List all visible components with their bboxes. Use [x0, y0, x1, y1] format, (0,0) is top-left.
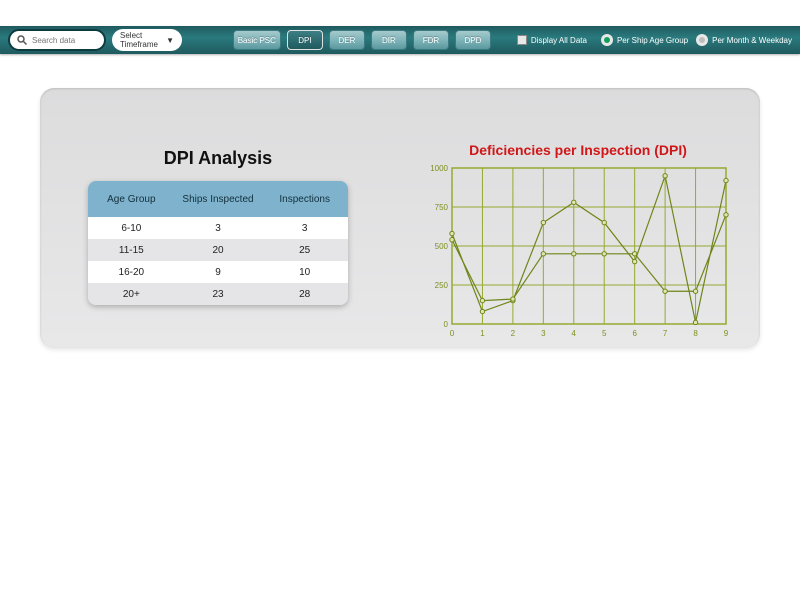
table-row: 6-1033: [88, 217, 348, 239]
svg-text:8: 8: [693, 329, 698, 338]
table-cell: 20+: [88, 289, 175, 300]
table-header: Age Group Ships Inspected Inspections: [88, 181, 348, 217]
content-panel: DPI Analysis Age Group Ships Inspected I…: [40, 88, 760, 348]
display-all-checkbox[interactable]: Display All Data: [517, 35, 587, 45]
svg-text:3: 3: [541, 329, 546, 338]
chart-svg: 0 250 500 750 1000 0 1 2 3 4 5 6 7 8 9: [424, 162, 732, 342]
radio-label: Per Ship Age Group: [617, 36, 688, 45]
top-navbar: Select Timeframe ▼ Basic PSC DPI DER DIR FDR…: [0, 26, 800, 54]
nav-tab-der[interactable]: DER: [329, 30, 365, 50]
nav-tab-basic[interactable]: Basic PSC: [233, 30, 281, 50]
col-header: Inspections: [261, 194, 348, 205]
nav-tab-dir[interactable]: DIR: [371, 30, 407, 50]
table-cell: 11-15: [88, 245, 175, 256]
table-cell: 3: [175, 223, 262, 234]
svg-text:9: 9: [724, 329, 729, 338]
search-icon: [16, 34, 28, 46]
table-title: DPI Analysis: [164, 148, 272, 169]
col-header: Age Group: [88, 194, 175, 205]
search-box[interactable]: [8, 29, 106, 51]
svg-text:5: 5: [602, 329, 607, 338]
table-column: DPI Analysis Age Group Ships Inspected I…: [40, 88, 396, 348]
chevron-down-icon: ▼: [166, 36, 174, 45]
chart-title: Deficiencies per Inspection (DPI): [469, 142, 687, 158]
table-cell: 3: [261, 223, 348, 234]
col-header: Ships Inspected: [175, 194, 262, 205]
table-row: 11-152025: [88, 239, 348, 261]
svg-text:1000: 1000: [430, 164, 448, 173]
table-cell: 6-10: [88, 223, 175, 234]
chart-column: Deficiencies per Inspection (DPI) 025050…: [396, 88, 760, 348]
nav-tab-dpd[interactable]: DPD: [455, 30, 491, 50]
svg-text:2: 2: [511, 329, 516, 338]
table-cell: 28: [261, 289, 348, 300]
table-cell: 23: [175, 289, 262, 300]
svg-text:0: 0: [450, 329, 455, 338]
search-input[interactable]: [32, 36, 92, 45]
dpi-table: Age Group Ships Inspected Inspections 6-…: [88, 181, 348, 305]
svg-text:6: 6: [632, 329, 637, 338]
table-cell: 16-20: [88, 267, 175, 278]
display-all-label: Display All Data: [531, 36, 587, 45]
svg-text:750: 750: [435, 203, 449, 212]
table-row: 20+2328: [88, 283, 348, 305]
checkbox-box-icon: [517, 35, 527, 45]
svg-text:4: 4: [572, 329, 577, 338]
table-row: 16-20910: [88, 261, 348, 283]
table-cell: 9: [175, 267, 262, 278]
table-cell: 25: [261, 245, 348, 256]
table-cell: 20: [175, 245, 262, 256]
svg-text:1: 1: [480, 329, 485, 338]
radio-icon: [601, 34, 613, 46]
svg-text:250: 250: [435, 281, 449, 290]
radio-age[interactable]: Per Ship Age Group: [601, 34, 688, 46]
dpi-line-chart: 0 250 500 750 1000 0 1 2 3 4 5 6 7 8 9: [424, 162, 732, 342]
svg-text:0: 0: [444, 320, 449, 329]
nav-tab-fdr[interactable]: FDR: [413, 30, 449, 50]
radio-icon: [696, 34, 708, 46]
timeframe-label: Select Timeframe: [120, 31, 162, 49]
nav-tab-dpi[interactable]: DPI: [287, 30, 323, 50]
radio-week[interactable]: Per Month & Weekday: [696, 34, 792, 46]
table-cell: 10: [261, 267, 348, 278]
radio-label: Per Month & Weekday: [712, 36, 792, 45]
svg-text:500: 500: [435, 242, 449, 251]
timeframe-dropdown[interactable]: Select Timeframe ▼: [112, 29, 182, 51]
svg-text:7: 7: [663, 329, 668, 338]
